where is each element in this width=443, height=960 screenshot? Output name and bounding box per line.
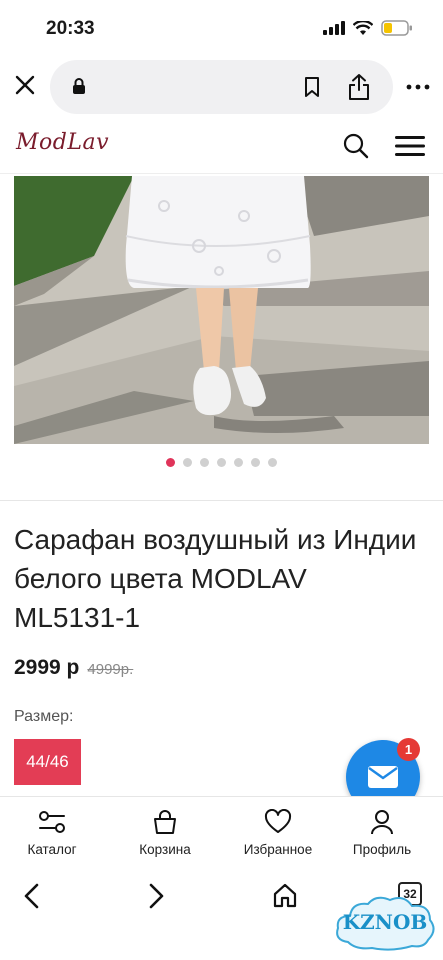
wifi-icon	[353, 20, 373, 35]
bag-icon	[154, 810, 176, 834]
home-icon[interactable]	[272, 882, 298, 908]
watermark-text: KZNOB	[342, 910, 428, 934]
nav-label: Каталог	[27, 842, 77, 857]
nav-item-catalog[interactable]: Каталог	[2, 809, 102, 859]
site-logo[interactable]: ModLav	[16, 130, 109, 155]
browser-toolbar	[0, 58, 443, 116]
carousel-dot[interactable]	[268, 458, 277, 467]
product-old-price: 4999р.	[87, 661, 134, 678]
heart-icon	[264, 809, 292, 833]
site-header: ModLav	[0, 118, 443, 174]
watermark-logo: KZNOB	[332, 890, 438, 952]
battery-icon	[381, 20, 412, 36]
image-carousel-dots	[0, 458, 443, 467]
nav-label: Корзина	[139, 842, 191, 857]
carousel-dot[interactable]	[166, 458, 175, 467]
size-option[interactable]: 44/46	[14, 739, 81, 785]
chat-badge: 1	[397, 738, 420, 761]
nav-item-favorites[interactable]: Избранное	[228, 809, 328, 859]
catalog-icon	[39, 811, 65, 833]
product-title: Сарафан воздушный из Индии белого цвета …	[14, 524, 417, 633]
menu-icon[interactable]	[395, 134, 425, 158]
status-time: 20:33	[46, 18, 95, 39]
bookmark-icon[interactable]	[303, 76, 321, 98]
nav-item-cart[interactable]: Корзина	[115, 809, 215, 859]
section-divider	[0, 500, 443, 501]
share-icon[interactable]	[347, 72, 371, 102]
product-image[interactable]	[14, 176, 429, 444]
nav-item-profile[interactable]: Профиль	[332, 809, 432, 859]
carousel-dot[interactable]	[234, 458, 243, 467]
carousel-dot[interactable]	[251, 458, 260, 467]
search-icon[interactable]	[342, 132, 370, 160]
status-bar: 20:33	[0, 0, 443, 58]
bottom-nav: Каталог Корзина Избранное Профиль	[0, 796, 443, 868]
mail-icon	[368, 766, 398, 788]
price-row: 2999 р 4999р.	[14, 656, 133, 680]
nav-label: Профиль	[352, 842, 412, 857]
carousel-dot[interactable]	[217, 458, 226, 467]
product-photo	[14, 176, 429, 444]
size-label: Размер:	[14, 708, 74, 725]
forward-icon[interactable]	[146, 882, 166, 910]
carousel-dot[interactable]	[183, 458, 192, 467]
back-icon[interactable]	[22, 882, 42, 910]
nav-label: Избранное	[243, 842, 313, 857]
carousel-dot[interactable]	[200, 458, 209, 467]
close-icon[interactable]	[12, 72, 38, 98]
profile-icon	[371, 810, 393, 835]
signal-icon	[323, 21, 345, 35]
lock-icon	[73, 78, 85, 94]
product-price: 2999 р	[14, 656, 80, 679]
address-bar[interactable]	[50, 60, 393, 114]
status-icons	[323, 20, 413, 36]
more-icon[interactable]	[405, 74, 431, 100]
